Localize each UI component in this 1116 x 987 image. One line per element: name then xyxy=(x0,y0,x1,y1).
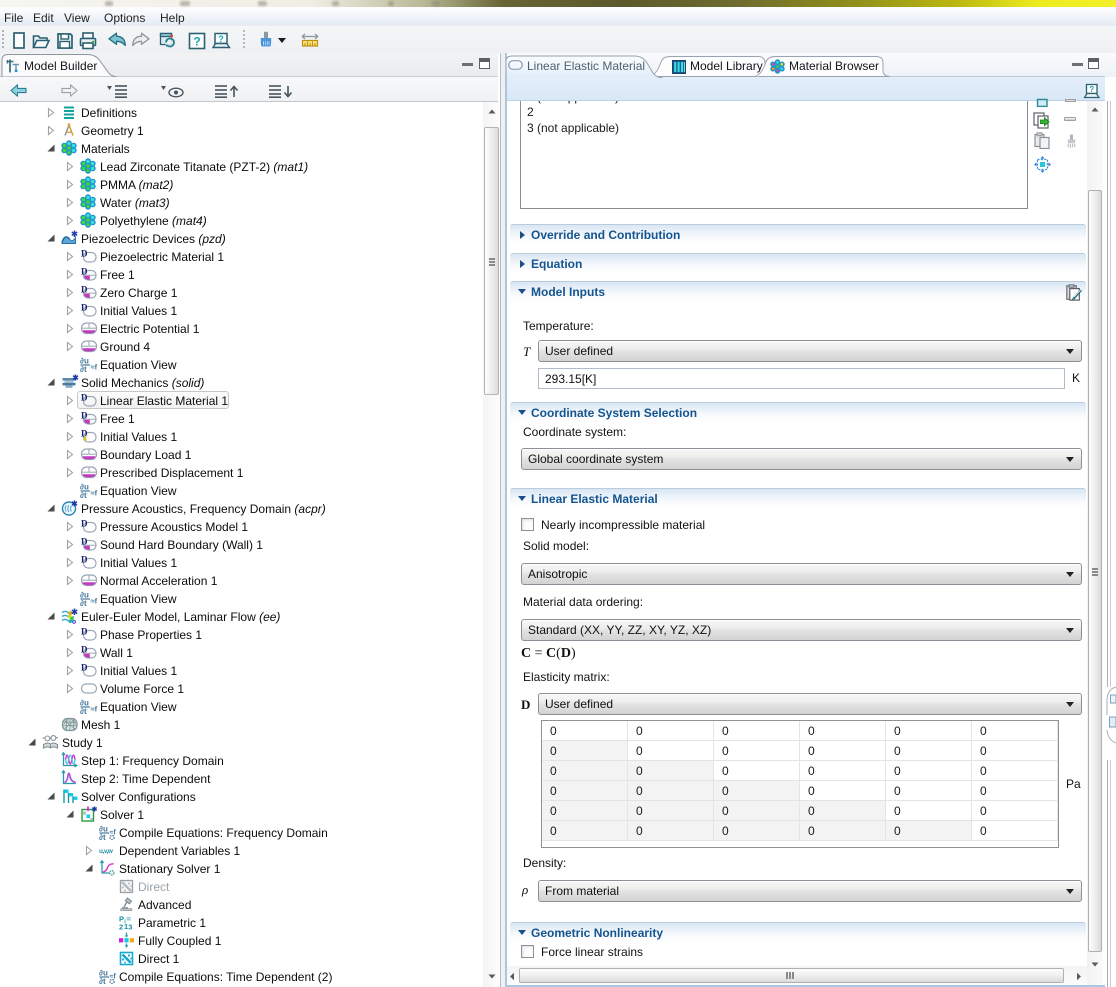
svg-text:D: D xyxy=(81,537,88,547)
svg-text:D: D xyxy=(81,285,88,295)
svg-text:∂t: ∂t xyxy=(80,599,87,606)
svg-text:D: D xyxy=(81,267,88,277)
svg-text:D: D xyxy=(81,645,88,655)
svg-text:≈f: ≈f xyxy=(91,705,98,714)
svg-text:D: D xyxy=(81,519,88,529)
svg-text:≈f: ≈f xyxy=(91,489,98,498)
svg-text:∂t: ∂t xyxy=(80,365,87,372)
svg-text:3: 3 xyxy=(128,923,132,931)
svg-text:D: D xyxy=(81,249,88,259)
svg-text:D: D xyxy=(81,663,88,673)
svg-text:D: D xyxy=(81,393,88,403)
svg-text:2: 2 xyxy=(119,923,123,931)
svg-text:?: ? xyxy=(218,34,224,44)
svg-text:D: D xyxy=(81,411,88,421)
svg-text:≈f: ≈f xyxy=(91,363,98,372)
svg-text:∂t: ∂t xyxy=(80,707,87,714)
svg-text:≈f: ≈f xyxy=(91,597,98,606)
svg-text:u,v,w: u,v,w xyxy=(99,848,113,855)
svg-text:∂t: ∂t xyxy=(80,491,87,498)
svg-text:D: D xyxy=(81,555,88,565)
svg-text:D: D xyxy=(81,627,88,637)
svg-text:D: D xyxy=(81,429,88,439)
svg-text:?: ? xyxy=(193,35,200,49)
svg-text:?: ? xyxy=(1089,85,1094,94)
svg-text:∂t: ∂t xyxy=(99,833,106,840)
svg-text:D: D xyxy=(81,303,88,313)
svg-text:∂t: ∂t xyxy=(99,977,106,984)
